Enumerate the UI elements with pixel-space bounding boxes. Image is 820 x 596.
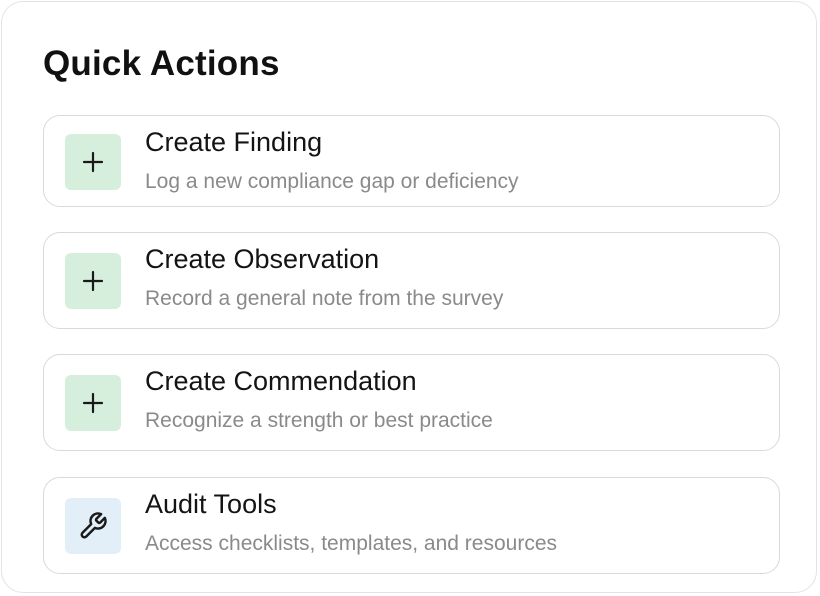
action-title: Create Finding: [145, 127, 323, 157]
action-description: Access checklists, templates, and resour…: [145, 532, 558, 555]
create-commendation-button[interactable]: Create Commendation Recognize a strength…: [43, 354, 780, 451]
action-title: Create Observation: [145, 244, 380, 274]
create-finding-button[interactable]: Create Finding Log a new compliance gap …: [43, 115, 780, 207]
action-description: Record a general note from the survey: [145, 287, 504, 310]
create-observation-button[interactable]: Create Observation Record a general note…: [43, 232, 780, 329]
action-title: Audit Tools: [145, 489, 277, 519]
action-title: Create Commendation: [145, 366, 417, 396]
action-description: Log a new compliance gap or deficiency: [145, 170, 519, 193]
plus-icon: [65, 375, 121, 431]
plus-icon: [65, 253, 121, 309]
plus-icon: [65, 134, 121, 190]
quick-actions-panel: Quick Actions Create Finding Log a new c…: [1, 1, 817, 593]
action-description: Recognize a strength or best practice: [145, 409, 493, 432]
wrench-icon: [65, 498, 121, 554]
audit-tools-button[interactable]: Audit Tools Access checklists, templates…: [43, 477, 780, 574]
panel-title: Quick Actions: [43, 44, 280, 83]
